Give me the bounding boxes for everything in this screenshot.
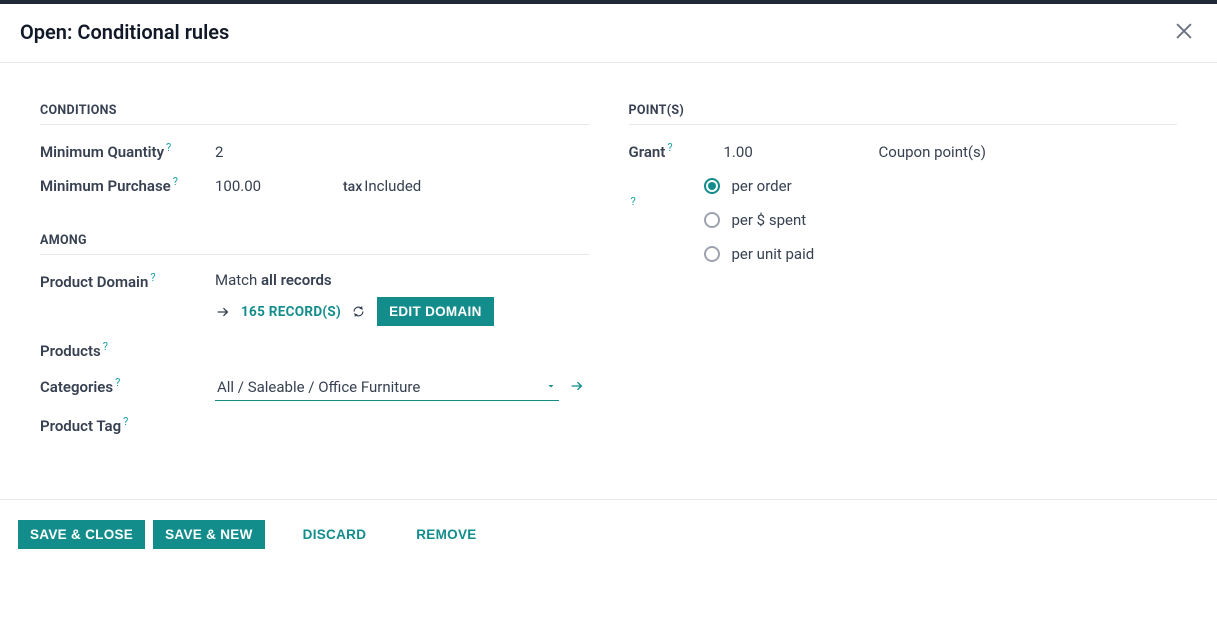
row-min-quantity: Minimum Quantity? 2 — [40, 141, 589, 161]
radio-icon — [704, 246, 720, 262]
arrow-right-icon — [215, 304, 231, 320]
label-min-quantity: Minimum Quantity? — [40, 141, 215, 161]
modal-dialog: Open: Conditional rules CONDITIONS Minim… — [0, 0, 1217, 569]
grant-mode-radio-group: per order per $ spent per unit paid — [704, 177, 1178, 263]
label-categories: Categories? — [40, 376, 215, 396]
modal-title: Open: Conditional rules — [20, 20, 229, 44]
discard-button[interactable]: DISCARD — [291, 520, 379, 549]
section-among: AMONG — [40, 233, 589, 255]
help-icon[interactable]: ? — [631, 195, 636, 208]
modal-header: Open: Conditional rules — [0, 4, 1217, 63]
radio-label: per order — [732, 177, 792, 195]
match-value: all records — [261, 271, 332, 289]
label-text: Product Domain — [40, 273, 148, 291]
categories-dropdown[interactable]: All / Saleable / Office Furniture — [215, 374, 559, 401]
row-product-tag: Product Tag? — [40, 415, 589, 435]
caret-down-icon — [545, 378, 557, 396]
categories-value: All / Saleable / Office Furniture — [217, 378, 420, 396]
records-link[interactable]: 165 RECORD(S) — [241, 304, 341, 320]
radio-per-order[interactable]: per order — [704, 177, 1178, 195]
label-min-purchase: Minimum Purchase? — [40, 175, 215, 195]
row-categories: Categories? All / Saleable / Office Furn… — [40, 374, 589, 401]
section-conditions: CONDITIONS — [40, 103, 589, 125]
label-text: Categories — [40, 378, 113, 396]
tax-label: tax — [343, 179, 362, 195]
label-products: Products? — [40, 340, 215, 360]
help-icon[interactable]: ? — [115, 376, 120, 389]
value-min-purchase[interactable]: 100.00 — [215, 177, 325, 195]
help-icon[interactable]: ? — [103, 340, 108, 353]
help-icon[interactable]: ? — [123, 415, 128, 428]
radio-icon — [704, 212, 720, 228]
grant-unit: Coupon point(s) — [879, 143, 986, 161]
modal-body: CONDITIONS Minimum Quantity? 2 Minimum P… — [0, 63, 1217, 499]
radio-icon — [704, 178, 720, 194]
radio-per-spent[interactable]: per $ spent — [704, 211, 1178, 229]
help-icon[interactable]: ? — [667, 141, 672, 154]
left-column: CONDITIONS Minimum Quantity? 2 Minimum P… — [40, 103, 589, 449]
remove-button[interactable]: REMOVE — [404, 520, 488, 549]
edit-domain-button[interactable]: EDIT DOMAIN — [377, 297, 494, 326]
row-min-purchase: Minimum Purchase? 100.00 taxIncluded — [40, 175, 589, 195]
radio-label: per unit paid — [732, 245, 815, 263]
help-icon[interactable]: ? — [150, 271, 155, 284]
right-column: POINT(S) Grant? 1.00 Coupon point(s) ? p — [629, 103, 1178, 449]
radio-label: per $ spent — [732, 211, 807, 229]
modal-footer: SAVE & CLOSE SAVE & NEW DISCARD REMOVE — [0, 499, 1217, 569]
domain-match-text: Match all records — [215, 271, 589, 289]
label-text: Minimum Purchase — [40, 177, 171, 195]
close-icon[interactable] — [1173, 20, 1197, 44]
label-text: Products — [40, 342, 101, 360]
tax-value[interactable]: Included — [364, 177, 421, 195]
label-text: Grant — [629, 143, 666, 161]
tax-field: taxIncluded — [343, 177, 421, 195]
help-icon[interactable]: ? — [166, 141, 171, 154]
label-text: Minimum Quantity — [40, 143, 164, 161]
radio-per-unit[interactable]: per unit paid — [704, 245, 1178, 263]
domain-actions: 165 RECORD(S) EDIT DOMAIN — [215, 297, 589, 326]
refresh-icon[interactable] — [351, 304, 367, 320]
value-grant[interactable]: 1.00 — [724, 143, 753, 161]
save-close-button[interactable]: SAVE & CLOSE — [18, 520, 145, 549]
label-grant: Grant? — [629, 141, 704, 161]
match-prefix: Match — [215, 271, 261, 289]
external-link-icon[interactable] — [569, 378, 585, 398]
help-icon[interactable]: ? — [173, 175, 178, 188]
section-points: POINT(S) — [629, 103, 1178, 125]
label-text: Product Tag — [40, 417, 121, 435]
label-product-tag: Product Tag? — [40, 415, 215, 435]
label-product-domain: Product Domain? — [40, 271, 215, 291]
save-new-button[interactable]: SAVE & NEW — [153, 520, 265, 549]
row-product-domain: Product Domain? Match all records 165 RE… — [40, 271, 589, 326]
row-products: Products? — [40, 340, 589, 360]
row-grant: Grant? 1.00 Coupon point(s) — [629, 141, 1178, 161]
value-min-quantity[interactable]: 2 — [215, 143, 223, 161]
